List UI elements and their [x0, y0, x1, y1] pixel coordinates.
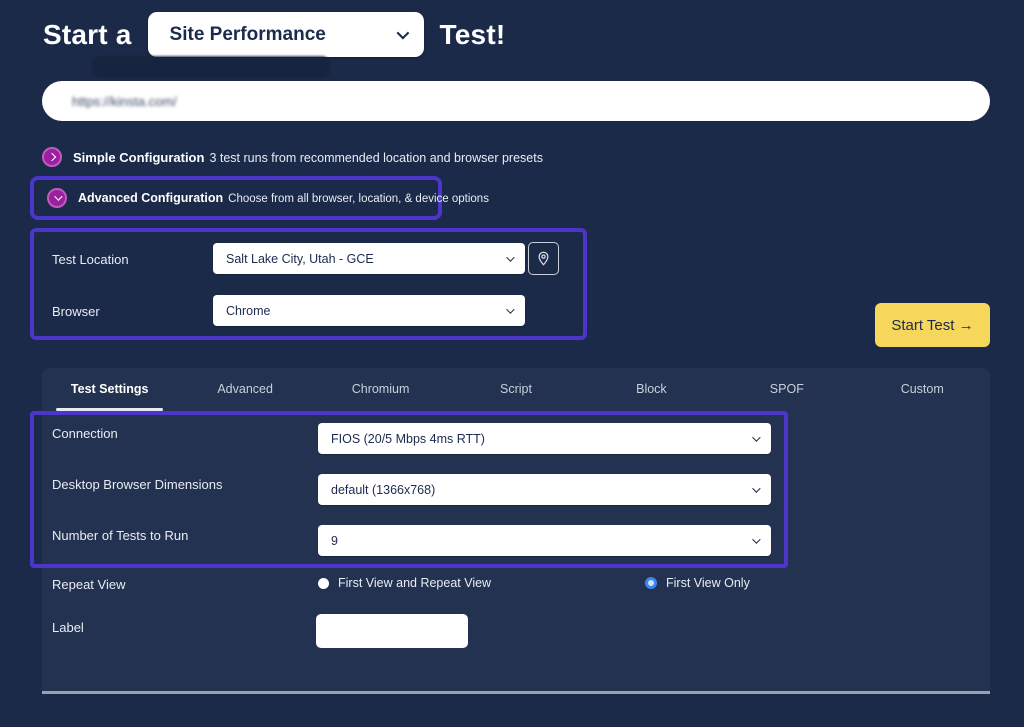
radio-unselected-icon [318, 578, 329, 589]
test-type-value: Site Performance [170, 24, 326, 46]
chevron-down-icon [752, 535, 760, 543]
url-value: https://kinsta.com/ [72, 94, 177, 109]
location-pin-button[interactable] [528, 242, 559, 275]
advanced-configuration-text: Advanced ConfigurationChoose from all br… [78, 191, 489, 205]
repeat-view-label: Repeat View [52, 577, 125, 592]
connection-select[interactable]: FIOS (20/5 Mbps 4ms RTT) [318, 423, 771, 454]
webpagetest-start-page: Start a Site Performance Test! https://k… [0, 0, 1024, 727]
label-input[interactable] [316, 614, 468, 648]
tab-chromium[interactable]: Chromium [313, 368, 448, 410]
radio-selected-icon [645, 577, 657, 589]
simple-configuration-toggle[interactable]: Simple Configuration3 test runs from rec… [42, 147, 543, 167]
blurred-region [92, 56, 330, 78]
tab-script[interactable]: Script [448, 368, 583, 410]
test-location-label: Test Location [52, 252, 129, 267]
simple-configuration-text: Simple Configuration3 test runs from rec… [73, 150, 543, 165]
browser-select[interactable]: Chrome [213, 295, 525, 326]
chevron-down-icon [396, 27, 409, 40]
tab-block[interactable]: Block [584, 368, 719, 410]
chevron-down-icon [752, 484, 760, 492]
connection-label: Connection [52, 426, 118, 441]
advanced-configuration-toggle[interactable]: Advanced ConfigurationChoose from all br… [30, 176, 442, 220]
dimensions-select[interactable]: default (1366x768) [318, 474, 771, 505]
tab-test-settings[interactable]: Test Settings [42, 368, 177, 410]
dimensions-label: Desktop Browser Dimensions [52, 477, 223, 492]
title-prefix: Start a [43, 19, 132, 51]
start-test-button[interactable]: Start Test → [875, 303, 990, 347]
radio-first-view-only[interactable]: First View Only [645, 576, 750, 590]
runs-label: Number of Tests to Run [52, 528, 188, 543]
chevron-down-icon [506, 305, 514, 313]
browser-label: Browser [52, 304, 100, 319]
settings-tab-bar: Test Settings Advanced Chromium Script B… [42, 368, 990, 410]
test-type-select[interactable]: Site Performance [148, 12, 424, 57]
page-title: Start a Site Performance Test! [43, 12, 505, 57]
location-pin-icon [536, 250, 551, 267]
chevron-down-icon [506, 253, 514, 261]
test-location-select[interactable]: Salt Lake City, Utah - GCE [213, 243, 525, 274]
radio-first-and-repeat[interactable]: First View and Repeat View [318, 576, 491, 590]
tab-custom[interactable]: Custom [855, 368, 990, 410]
tab-spof[interactable]: SPOF [719, 368, 854, 410]
chevron-down-icon [752, 433, 760, 441]
chevron-down-circle-icon [47, 188, 67, 208]
runs-select[interactable]: 9 [318, 525, 771, 556]
label-field-label: Label [52, 620, 84, 635]
tab-advanced[interactable]: Advanced [177, 368, 312, 410]
chevron-right-circle-icon [42, 147, 62, 167]
url-input[interactable]: https://kinsta.com/ [42, 81, 990, 121]
title-suffix: Test! [440, 19, 506, 51]
